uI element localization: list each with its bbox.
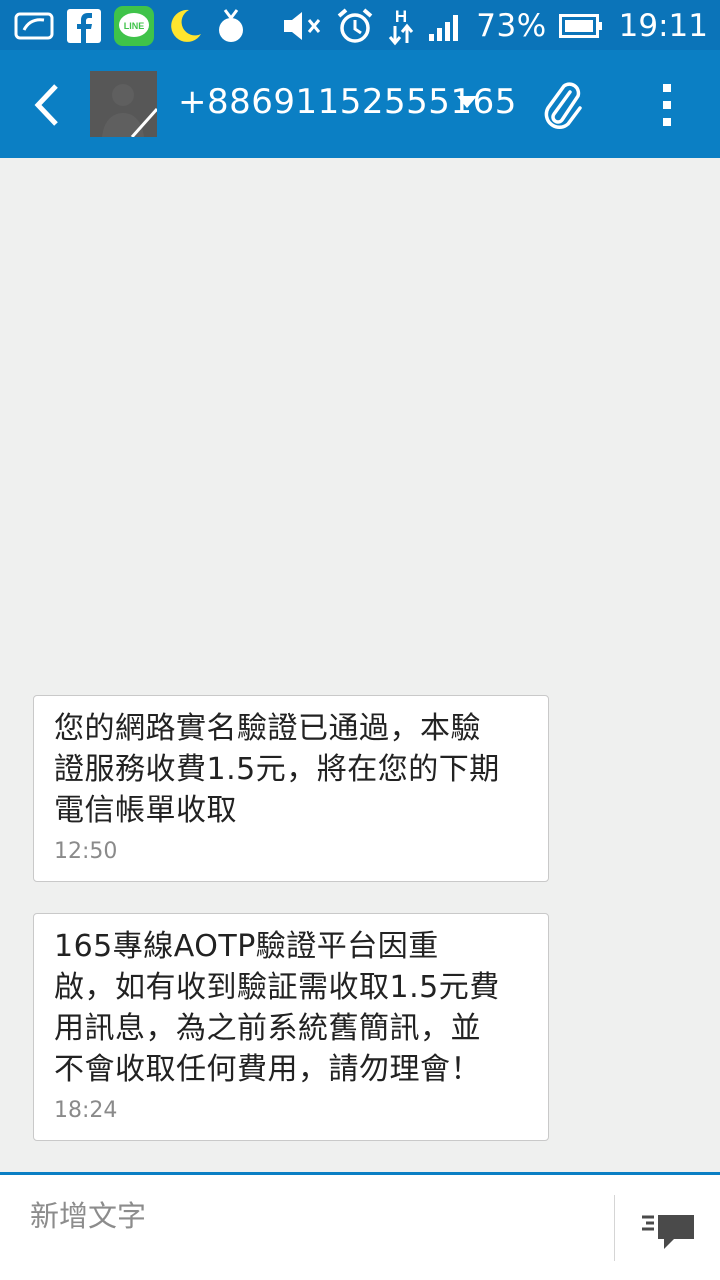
conversation-header: +88691152555165 <box>0 50 720 158</box>
send-message-icon[interactable] <box>640 1213 696 1253</box>
clock: 19:11 <box>618 8 708 44</box>
notification-icons: LINE <box>14 6 246 46</box>
svg-text:LINE: LINE <box>124 21 145 31</box>
paperclip-icon[interactable] <box>540 78 584 130</box>
h-data-icon: H <box>389 7 414 46</box>
message-time: 12:50 <box>54 839 118 864</box>
battery-percent: 73% <box>476 8 547 44</box>
alarm-icon <box>337 8 373 43</box>
message-text: 您的網路實名驗證已通過，本驗 證服務收費1.5元，將在您的下期 電信帳單收取 <box>54 711 500 828</box>
message-input[interactable] <box>28 1185 602 1247</box>
signal-icon <box>429 15 459 41</box>
avatar[interactable] <box>90 71 157 137</box>
more-vert-icon[interactable] <box>652 80 682 130</box>
message-bubble[interactable]: 您的網路實名驗證已通過，本驗 證服務收費1.5元，將在您的下期 電信帳單收取 1… <box>33 695 549 882</box>
line-icon: LINE <box>114 6 154 46</box>
status-bar: LINE H 73% 19:11 <box>0 0 720 50</box>
fruit-icon <box>219 9 243 42</box>
message-bubble[interactable]: 165專線AOTP驗證平台因重 啟，如有收到驗証需收取1.5元費 用訊息，為之前… <box>33 913 549 1141</box>
cloud-check-icon <box>14 12 54 40</box>
facebook-icon <box>67 9 101 43</box>
moon-icon <box>171 9 201 42</box>
dropdown-caret-icon[interactable] <box>457 96 477 110</box>
avatar-icon <box>90 71 157 137</box>
composer-divider <box>614 1195 615 1261</box>
system-status: H 73% 19:11 <box>282 6 708 46</box>
message-text: 165專線AOTP驗證平台因重 啟，如有收到驗証需收取1.5元費 用訊息，為之前… <box>54 929 500 1087</box>
back-arrow-icon[interactable] <box>26 80 66 130</box>
battery-icon <box>558 14 602 38</box>
message-time: 18:24 <box>54 1098 118 1123</box>
composer <box>0 1172 720 1280</box>
mute-icon <box>284 12 321 40</box>
svg-text:H: H <box>395 7 407 26</box>
